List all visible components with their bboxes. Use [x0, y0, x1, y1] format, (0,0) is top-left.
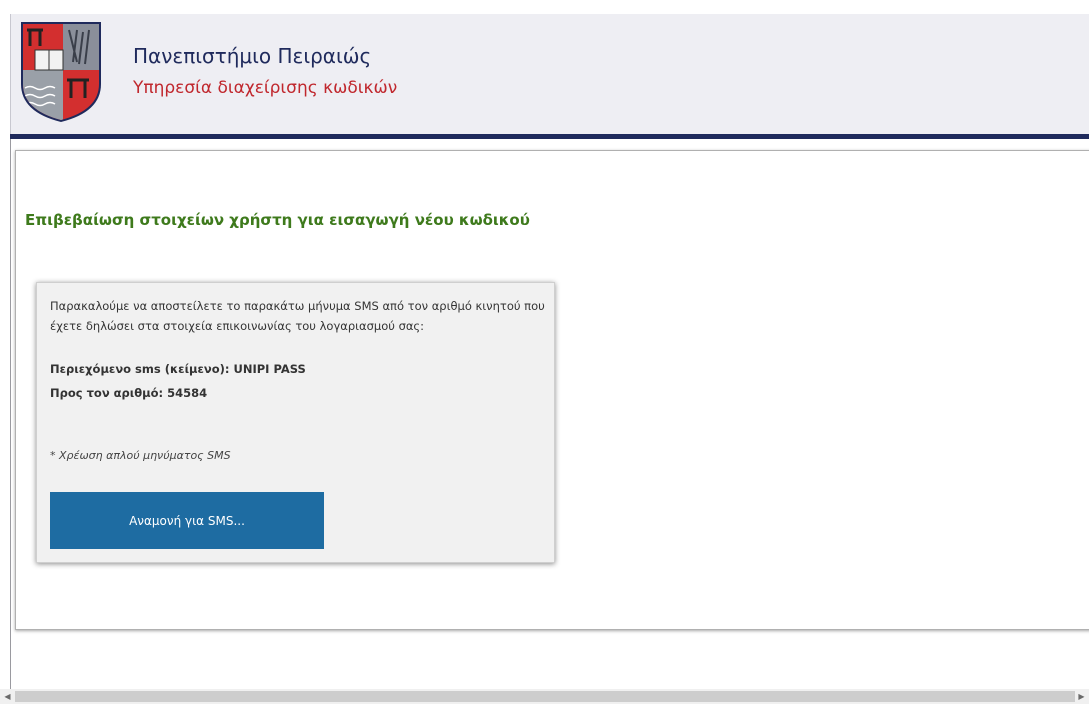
top-strip: [0, 0, 1089, 14]
instructions-text: Παρακαλούμε να αποστείλετε το παρακάτω μ…: [50, 299, 545, 333]
page-title: Επιβεβαίωση στοιχείων χρήστη για εισαγωγ…: [25, 211, 530, 229]
scrollbar-thumb[interactable]: [15, 691, 1075, 702]
university-crest-icon: [21, 22, 101, 122]
scroll-right-arrow-icon[interactable]: ▶: [1074, 689, 1089, 704]
scroll-left-arrow-icon[interactable]: ◀: [0, 689, 15, 704]
frame-border: [10, 139, 11, 689]
sms-instructions-box: Παρακαλούμε να αποστείλετε το παρακάτω μ…: [36, 282, 555, 563]
content-panel: Επιβεβαίωση στοιχείων χρήστη για εισαγωγ…: [15, 150, 1089, 630]
charge-note: * Χρέωση απλού μηνύματος SMS: [50, 449, 231, 462]
header-divider: [10, 134, 1089, 139]
sms-content-line: Περιεχόμενο sms (κείμενο): UNIPI PASS: [50, 362, 306, 376]
header-bar: [10, 14, 1089, 134]
site-title: Πανεπιστήμιο Πειραιώς: [133, 44, 372, 68]
horizontal-scrollbar[interactable]: ◀ ▶: [0, 689, 1089, 704]
waiting-sms-button[interactable]: Αναμονή για SMS...: [50, 492, 324, 549]
site-subtitle: Υπηρεσία διαχείρισης κωδικών: [133, 78, 398, 98]
sms-number-line: Προς τον αριθμό: 54584: [50, 386, 208, 400]
